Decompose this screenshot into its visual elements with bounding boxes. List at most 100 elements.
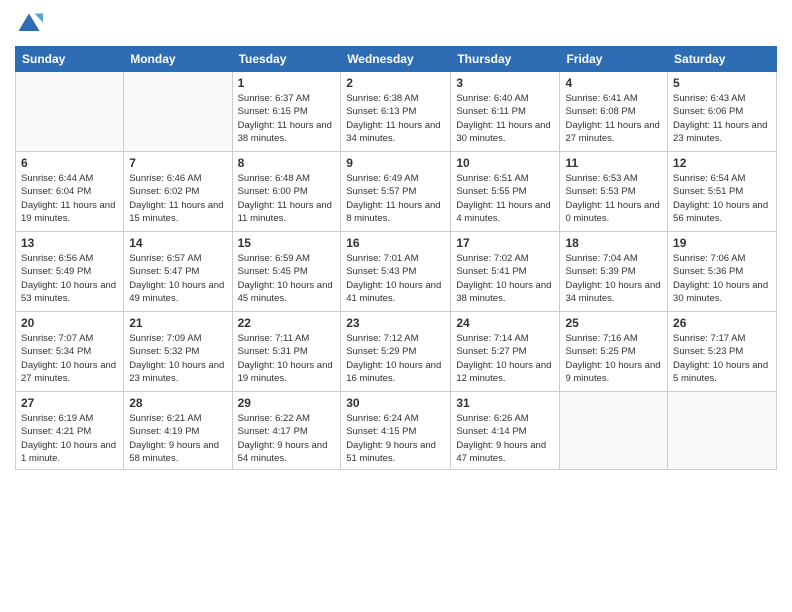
calendar-week-row: 13 Sunrise: 6:56 AM Sunset: 5:49 PM Dayli… <box>16 232 777 312</box>
calendar-week-row: 20 Sunrise: 7:07 AM Sunset: 5:34 PM Dayli… <box>16 312 777 392</box>
calendar-cell: 16Sunrise: 7:01 AM Sunset: 5:43 PM Dayli… <box>341 232 451 312</box>
calendar-cell: 26 Sunrise: 7:17 AM Sunset: 5:23 PM Dayli… <box>668 312 777 392</box>
calendar-cell: 3Sunrise: 6:40 AM Sunset: 6:11 PM Daylig… <box>451 72 560 152</box>
day-number: 1 <box>238 76 336 90</box>
calendar-cell: 30 Sunrise: 6:24 AM Sunset: 4:15 PM Dayli… <box>341 392 451 470</box>
day-info: Sunrise: 7:14 AM Sunset: 5:27 PM Dayligh… <box>456 332 554 385</box>
weekday-header: Tuesday <box>232 47 341 72</box>
day-number: 29 <box>238 396 336 410</box>
day-number: 21 <box>129 316 226 330</box>
calendar-cell: 11Sunrise: 6:53 AM Sunset: 5:53 PM Dayli… <box>560 152 668 232</box>
day-number: 27 <box>21 396 118 410</box>
day-number: 24 <box>456 316 554 330</box>
calendar-cell <box>16 72 124 152</box>
day-info: Sunrise: 7:09 AM Sunset: 5:32 PM Dayligh… <box>129 332 226 385</box>
day-number: 23 <box>346 316 445 330</box>
calendar-cell <box>560 392 668 470</box>
day-number: 9 <box>346 156 445 170</box>
calendar-cell: 27 Sunrise: 6:19 AM Sunset: 4:21 PM Dayli… <box>16 392 124 470</box>
day-info: Sunrise: 6:59 AM Sunset: 5:45 PM Dayligh… <box>238 252 336 305</box>
calendar-cell: 22Sunrise: 7:11 AM Sunset: 5:31 PM Dayli… <box>232 312 341 392</box>
calendar-cell: 8Sunrise: 6:48 AM Sunset: 6:00 PM Daylig… <box>232 152 341 232</box>
day-info: Sunrise: 7:07 AM Sunset: 5:34 PM Dayligh… <box>21 332 118 385</box>
day-info: Sunrise: 7:04 AM Sunset: 5:39 PM Dayligh… <box>565 252 662 305</box>
calendar-cell: 6Sunrise: 6:44 AM Sunset: 6:04 PM Daylig… <box>16 152 124 232</box>
calendar-week-row: 27 Sunrise: 6:19 AM Sunset: 4:21 PM Dayli… <box>16 392 777 470</box>
calendar-cell: 9 Sunrise: 6:49 AM Sunset: 5:57 PM Daylig… <box>341 152 451 232</box>
calendar-cell: 1Sunrise: 6:37 AM Sunset: 6:15 PM Daylig… <box>232 72 341 152</box>
day-info: Sunrise: 6:19 AM Sunset: 4:21 PM Dayligh… <box>21 412 118 465</box>
day-info: Sunrise: 6:41 AM Sunset: 6:08 PM Dayligh… <box>565 92 662 145</box>
calendar-body: 1Sunrise: 6:37 AM Sunset: 6:15 PM Daylig… <box>16 72 777 470</box>
calendar-cell: 28Sunrise: 6:21 AM Sunset: 4:19 PM Dayli… <box>124 392 232 470</box>
calendar-cell: 25 Sunrise: 7:16 AM Sunset: 5:25 PM Dayli… <box>560 312 668 392</box>
weekday-header: Monday <box>124 47 232 72</box>
day-info: Sunrise: 7:17 AM Sunset: 5:23 PM Dayligh… <box>673 332 771 385</box>
day-number: 5 <box>673 76 771 90</box>
day-number: 17 <box>456 236 554 250</box>
day-info: Sunrise: 6:22 AM Sunset: 4:17 PM Dayligh… <box>238 412 336 465</box>
calendar-cell: 5 Sunrise: 6:43 AM Sunset: 6:06 PM Daylig… <box>668 72 777 152</box>
calendar-cell: 19 Sunrise: 7:06 AM Sunset: 5:36 PM Dayli… <box>668 232 777 312</box>
day-number: 15 <box>238 236 336 250</box>
day-number: 25 <box>565 316 662 330</box>
calendar-cell: 17 Sunrise: 7:02 AM Sunset: 5:41 PM Dayli… <box>451 232 560 312</box>
day-number: 26 <box>673 316 771 330</box>
day-number: 31 <box>456 396 554 410</box>
calendar-cell: 4Sunrise: 6:41 AM Sunset: 6:08 PM Daylig… <box>560 72 668 152</box>
day-info: Sunrise: 6:43 AM Sunset: 6:06 PM Dayligh… <box>673 92 771 145</box>
calendar-cell: 18Sunrise: 7:04 AM Sunset: 5:39 PM Dayli… <box>560 232 668 312</box>
weekday-header: Thursday <box>451 47 560 72</box>
calendar-cell: 31Sunrise: 6:26 AM Sunset: 4:14 PM Dayli… <box>451 392 560 470</box>
calendar-cell: 13 Sunrise: 6:56 AM Sunset: 5:49 PM Dayli… <box>16 232 124 312</box>
day-number: 13 <box>21 236 118 250</box>
logo-icon <box>15 10 43 38</box>
day-info: Sunrise: 6:51 AM Sunset: 5:55 PM Dayligh… <box>456 172 554 225</box>
header <box>15 10 777 38</box>
day-number: 11 <box>565 156 662 170</box>
day-number: 12 <box>673 156 771 170</box>
page: SundayMondayTuesdayWednesdayThursdayFrid… <box>0 0 792 612</box>
day-number: 30 <box>346 396 445 410</box>
day-info: Sunrise: 6:49 AM Sunset: 5:57 PM Dayligh… <box>346 172 445 225</box>
day-number: 20 <box>21 316 118 330</box>
day-info: Sunrise: 7:16 AM Sunset: 5:25 PM Dayligh… <box>565 332 662 385</box>
calendar-cell: 12 Sunrise: 6:54 AM Sunset: 5:51 PM Dayli… <box>668 152 777 232</box>
day-info: Sunrise: 7:11 AM Sunset: 5:31 PM Dayligh… <box>238 332 336 385</box>
calendar-cell: 7 Sunrise: 6:46 AM Sunset: 6:02 PM Daylig… <box>124 152 232 232</box>
day-number: 7 <box>129 156 226 170</box>
day-info: Sunrise: 6:24 AM Sunset: 4:15 PM Dayligh… <box>346 412 445 465</box>
weekday-header: Sunday <box>16 47 124 72</box>
weekday-header: Friday <box>560 47 668 72</box>
weekday-row: SundayMondayTuesdayWednesdayThursdayFrid… <box>16 47 777 72</box>
calendar-cell: 10Sunrise: 6:51 AM Sunset: 5:55 PM Dayli… <box>451 152 560 232</box>
day-number: 8 <box>238 156 336 170</box>
calendar-week-row: 6Sunrise: 6:44 AM Sunset: 6:04 PM Daylig… <box>16 152 777 232</box>
day-number: 14 <box>129 236 226 250</box>
day-info: Sunrise: 7:12 AM Sunset: 5:29 PM Dayligh… <box>346 332 445 385</box>
calendar-cell: 15 Sunrise: 6:59 AM Sunset: 5:45 PM Dayli… <box>232 232 341 312</box>
day-info: Sunrise: 6:46 AM Sunset: 6:02 PM Dayligh… <box>129 172 226 225</box>
calendar: SundayMondayTuesdayWednesdayThursdayFrid… <box>15 46 777 470</box>
calendar-cell <box>124 72 232 152</box>
calendar-cell: 20 Sunrise: 7:07 AM Sunset: 5:34 PM Dayli… <box>16 312 124 392</box>
logo <box>15 10 47 38</box>
day-number: 19 <box>673 236 771 250</box>
day-info: Sunrise: 6:56 AM Sunset: 5:49 PM Dayligh… <box>21 252 118 305</box>
day-info: Sunrise: 6:44 AM Sunset: 6:04 PM Dayligh… <box>21 172 118 225</box>
calendar-cell: 23 Sunrise: 7:12 AM Sunset: 5:29 PM Dayli… <box>341 312 451 392</box>
day-info: Sunrise: 7:06 AM Sunset: 5:36 PM Dayligh… <box>673 252 771 305</box>
day-info: Sunrise: 6:57 AM Sunset: 5:47 PM Dayligh… <box>129 252 226 305</box>
calendar-cell: 24 Sunrise: 7:14 AM Sunset: 5:27 PM Dayli… <box>451 312 560 392</box>
day-info: Sunrise: 7:02 AM Sunset: 5:41 PM Dayligh… <box>456 252 554 305</box>
calendar-cell <box>668 392 777 470</box>
day-info: Sunrise: 6:38 AM Sunset: 6:13 PM Dayligh… <box>346 92 445 145</box>
weekday-header: Wednesday <box>341 47 451 72</box>
day-number: 3 <box>456 76 554 90</box>
calendar-header: SundayMondayTuesdayWednesdayThursdayFrid… <box>16 47 777 72</box>
day-number: 28 <box>129 396 226 410</box>
calendar-cell: 2Sunrise: 6:38 AM Sunset: 6:13 PM Daylig… <box>341 72 451 152</box>
day-info: Sunrise: 6:54 AM Sunset: 5:51 PM Dayligh… <box>673 172 771 225</box>
weekday-header: Saturday <box>668 47 777 72</box>
calendar-cell: 29 Sunrise: 6:22 AM Sunset: 4:17 PM Dayli… <box>232 392 341 470</box>
